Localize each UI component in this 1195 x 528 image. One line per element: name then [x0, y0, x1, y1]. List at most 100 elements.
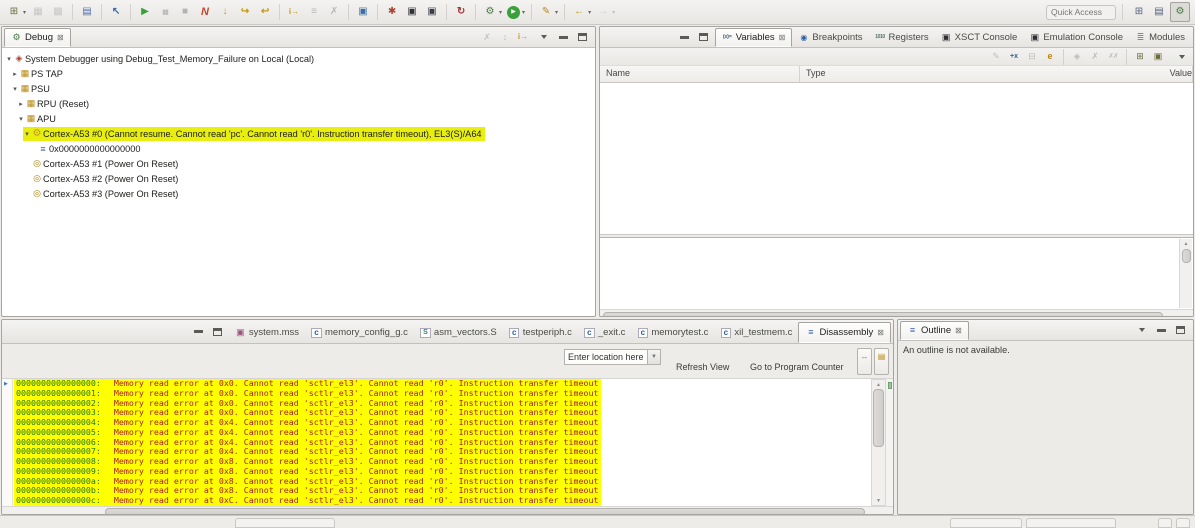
minimize-icon[interactable]: [192, 325, 206, 339]
refresh-view-button[interactable]: Refresh View: [676, 362, 729, 372]
location-dropdown-icon[interactable]: ▼: [648, 349, 661, 365]
cast-to-type-button[interactable]: [988, 47, 1004, 67]
tree-item[interactable]: ▸ RPU (Reset): [2, 96, 595, 111]
tab-memory-config-g-c[interactable]: memory_config_g.c: [305, 322, 414, 343]
view-menu-icon[interactable]: [1135, 323, 1149, 337]
terminate-button[interactable]: [176, 2, 194, 22]
forward-button[interactable]: ▾: [594, 2, 616, 22]
chevron-down-icon[interactable]: ▾: [23, 9, 26, 16]
show-source-button[interactable]: [874, 348, 889, 375]
relaunch-button[interactable]: [452, 2, 470, 22]
expander-icon[interactable]: ▸: [17, 100, 25, 108]
open-new-view-button[interactable]: [1132, 47, 1148, 67]
expander-icon[interactable]: ▾: [23, 130, 31, 138]
tree-item[interactable]: ▾ System Debugger using Debug_Test_Memor…: [2, 51, 595, 66]
expander-icon[interactable]: ▾: [17, 115, 25, 123]
tab-xil-testmem-c[interactable]: xil_testmem.c: [714, 322, 798, 343]
add-global-variables-button[interactable]: [1006, 47, 1022, 67]
scrollbar-thumb[interactable]: [1182, 249, 1191, 263]
maximize-icon[interactable]: [697, 30, 711, 44]
close-icon[interactable]: ⊠: [877, 328, 884, 337]
scroll-down-icon[interactable]: ▼: [876, 496, 881, 505]
disassembly-body[interactable]: ▶ 0000000000000000: Memory read error at…: [2, 379, 893, 506]
remove-all-button[interactable]: [1105, 47, 1121, 67]
tab-memorytest-c[interactable]: memorytest.c: [631, 322, 714, 343]
launch-gears-button[interactable]: [383, 2, 401, 22]
tree-item[interactable]: 0x0000000000000000: [2, 141, 595, 156]
detail-horizontal-scrollbar[interactable]: [600, 309, 1193, 317]
chevron-down-icon[interactable]: ▾: [522, 9, 525, 16]
expander-icon[interactable]: ▾: [11, 85, 19, 93]
chevron-down-icon[interactable]: ▾: [588, 9, 591, 16]
column-header[interactable]: Value: [1164, 66, 1193, 82]
tree-item[interactable]: Cortex-A53 #1 (Power On Reset): [2, 156, 595, 171]
link-with-frame-button[interactable]: [1069, 47, 1085, 67]
step-return-button[interactable]: [256, 2, 274, 22]
tab-testperiph-c[interactable]: testperiph.c: [503, 322, 578, 343]
tab-asm-vectors-s[interactable]: asm_vectors.S: [414, 322, 503, 343]
save-button[interactable]: [29, 2, 47, 22]
link-context-button[interactable]: [857, 348, 872, 375]
new-wizard-button[interactable]: ▾: [5, 2, 27, 22]
disconnect-button[interactable]: [196, 2, 214, 22]
tab-exit-c[interactable]: _exit.c: [578, 322, 631, 343]
chevron-down-icon[interactable]: ▾: [499, 9, 502, 16]
tab-registers[interactable]: Registers: [869, 28, 935, 47]
view-menu-icon[interactable]: [537, 30, 551, 44]
goto-program-counter-button[interactable]: Go to Program Counter: [750, 362, 844, 372]
tab-emulation-console[interactable]: Emulation Console: [1023, 28, 1129, 47]
debug-config-button[interactable]: ▾: [481, 2, 503, 22]
annotation-mark[interactable]: [888, 382, 892, 389]
tab-xsct-console[interactable]: XSCT Console: [935, 28, 1024, 47]
tab-debug[interactable]: Debug ⊠: [4, 28, 71, 47]
quick-access-input[interactable]: [1046, 5, 1116, 20]
variables-detail-pane[interactable]: ▲: [600, 237, 1193, 309]
detail-vertical-scrollbar[interactable]: ▲: [1179, 239, 1192, 308]
terminal-dark-button[interactable]: [403, 2, 421, 22]
console-button[interactable]: [354, 2, 372, 22]
remove-all-terminated-button[interactable]: [479, 27, 495, 47]
resume-button[interactable]: [136, 2, 154, 22]
step-over-button[interactable]: [236, 2, 254, 22]
suspend-button[interactable]: [156, 2, 174, 22]
remove-button[interactable]: [1087, 47, 1103, 67]
instruction-stepping-mode-button[interactable]: [515, 27, 531, 47]
close-icon[interactable]: ⊠: [955, 326, 962, 335]
chevron-down-icon[interactable]: ▾: [555, 9, 558, 16]
chevron-down-icon[interactable]: ▾: [612, 9, 615, 16]
tab-modules[interactable]: Modules: [1129, 28, 1191, 47]
tab-variables[interactable]: Variables ⊠: [715, 28, 793, 47]
pin-to-context-button[interactable]: [1150, 47, 1166, 67]
variables-table-body[interactable]: [600, 83, 1193, 234]
disassembly-horizontal-scrollbar[interactable]: [2, 506, 893, 515]
tree-item[interactable]: Cortex-A53 #3 (Power On Reset): [2, 186, 595, 201]
scroll-up-icon[interactable]: ▲: [876, 380, 881, 389]
column-header[interactable]: Name: [600, 66, 800, 82]
close-icon[interactable]: ⊠: [779, 33, 786, 42]
location-input[interactable]: [564, 349, 648, 365]
instruction-stepping-button[interactable]: [285, 2, 303, 22]
drop-to-frame-button[interactable]: [305, 2, 323, 22]
binary-file-button[interactable]: [78, 2, 96, 22]
minimize-icon[interactable]: [1154, 323, 1168, 337]
run-button[interactable]: ▾: [505, 2, 526, 22]
tab-system-mss[interactable]: system.mss: [229, 322, 305, 343]
view-menu-icon[interactable]: [1175, 50, 1189, 64]
open-perspective-button[interactable]: [1130, 2, 1148, 22]
disassembly-line[interactable]: 000000000000000c: Memory read error at 0…: [14, 496, 601, 506]
pointer-button[interactable]: [107, 2, 125, 22]
use-step-filters-button[interactable]: [325, 2, 343, 22]
tree-item[interactable]: ▾ APU: [2, 111, 595, 126]
screenshot-dark-button[interactable]: [423, 2, 441, 22]
minimize-icon[interactable]: [678, 30, 692, 44]
maximize-icon[interactable]: [575, 30, 589, 44]
expander-icon[interactable]: ▾: [5, 55, 13, 63]
column-header[interactable]: Type: [800, 66, 1164, 82]
minimize-icon[interactable]: [556, 30, 570, 44]
tree-item[interactable]: ▾ Cortex-A53 #0 (Cannot resume. Cannot r…: [2, 126, 595, 141]
tab-disassembly[interactable]: Disassembly ⊠: [798, 322, 891, 343]
maximize-icon[interactable]: [1173, 323, 1187, 337]
scroll-up-icon[interactable]: ▲: [1184, 239, 1189, 249]
scrollbar-thumb[interactable]: [105, 508, 865, 515]
external-tools-button[interactable]: ▾: [537, 2, 559, 22]
